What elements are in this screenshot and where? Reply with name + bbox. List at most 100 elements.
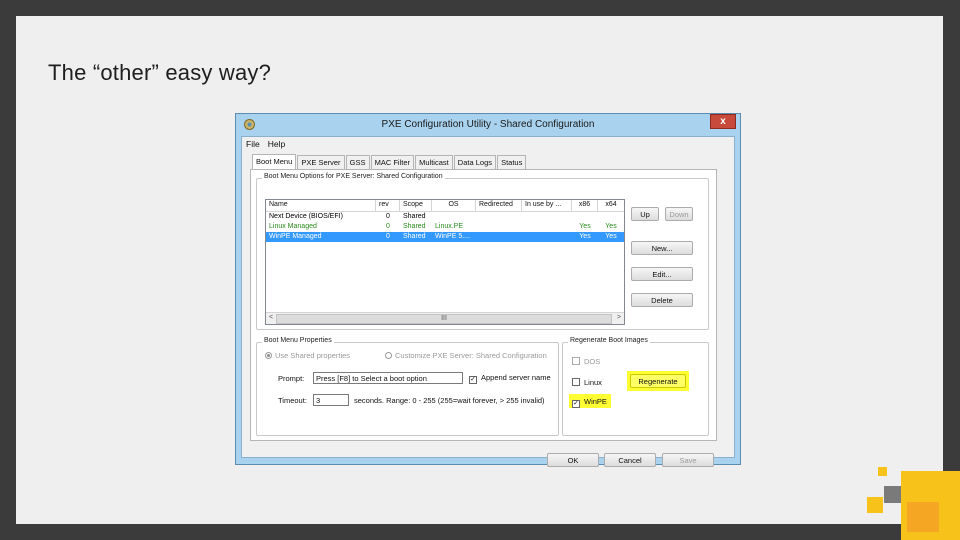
close-button[interactable]: x [710, 114, 736, 129]
window-title: PXE Configuration Utility - Shared Confi… [381, 119, 595, 130]
scroll-right-arrow-icon[interactable]: > [617, 314, 621, 321]
tab-status[interactable]: Status [497, 155, 527, 169]
use-shared-label: Use Shared properties [275, 351, 351, 360]
down-button[interactable]: Down [665, 207, 693, 221]
tab-gss[interactable]: GSS [345, 155, 370, 169]
checkbox-icon [572, 357, 580, 365]
radio-dot-icon [265, 352, 272, 359]
boot-menu-options-group: Boot Menu Options for PXE Server: Shared… [256, 173, 709, 330]
cell-redirected [476, 222, 522, 232]
cell-x86: Yes [579, 223, 591, 230]
boot-menu-options-label: Boot Menu Options for PXE Server: Shared… [262, 173, 445, 180]
timeout-input[interactable]: 3 [313, 394, 349, 406]
checkmark-icon: ✓ [469, 376, 477, 384]
col-os[interactable]: OS [432, 200, 476, 211]
prompt-input[interactable]: Press [F8] to Select a boot option [313, 372, 463, 384]
window-titlebar[interactable]: PXE Configuration Utility - Shared Confi… [236, 114, 740, 136]
up-button[interactable]: Up [631, 207, 659, 221]
winpe-label: WinPE [584, 397, 607, 406]
cell-name: WinPE Managed [269, 233, 322, 240]
scroll-left-arrow-icon[interactable]: < [269, 314, 273, 321]
cell-name: Next Device (BIOS/EFI) [269, 213, 343, 220]
cell-scope: Shared [403, 223, 426, 230]
menu-file[interactable]: File [242, 137, 264, 149]
delete-button[interactable]: Delete [631, 293, 693, 307]
tab-data-logs[interactable]: Data Logs [453, 155, 496, 169]
deco-square-orange [907, 502, 939, 532]
col-x64[interactable]: x64 [598, 200, 624, 211]
boot-menu-list[interactable]: Name rev Scope OS Redirected In use by .… [265, 199, 625, 325]
edit-button[interactable]: Edit... [631, 267, 693, 281]
cell-x64 [598, 212, 624, 222]
checkmark-icon: ✓ [572, 400, 580, 408]
use-shared-radio[interactable]: Use Shared properties [265, 351, 350, 360]
cell-in-use-by [522, 232, 572, 242]
prompt-label: Prompt: [278, 374, 305, 383]
cell-rev: 0 [386, 223, 390, 230]
tab-strip: Boot Menu PXE Server GSS MAC Filter Mult… [252, 154, 527, 169]
tab-pxe-server[interactable]: PXE Server [297, 155, 345, 169]
linux-checkbox[interactable]: Linux [572, 378, 602, 387]
boot-menu-properties-label: Boot Menu Properties [262, 337, 334, 344]
list-row-next-device[interactable]: Next Device (BIOS/EFI) 0 Shared [266, 212, 624, 222]
cell-scope: Shared [403, 233, 426, 240]
boot-menu-page: Boot Menu Options for PXE Server: Shared… [250, 169, 717, 441]
deco-square-small [878, 467, 887, 476]
menu-help[interactable]: Help [264, 137, 289, 149]
list-row-linux-managed[interactable]: Linux Managed 0 Shared Linux.PE Yes Yes [266, 222, 624, 232]
dos-checkbox[interactable]: DOS [572, 357, 600, 366]
customize-label: Customize PXE Server: Shared Configurati… [395, 351, 547, 360]
cell-in-use-by [522, 212, 572, 222]
scroll-thumb[interactable]: III [276, 314, 612, 324]
tab-multicast[interactable]: Multicast [415, 155, 453, 169]
list-header: Name rev Scope OS Redirected In use by .… [266, 200, 624, 212]
col-scope[interactable]: Scope [400, 200, 432, 211]
timeout-label: Timeout: [278, 396, 307, 405]
cell-scope: Shared [403, 213, 426, 220]
cell-rev: 0 [386, 233, 390, 240]
linux-label: Linux [584, 378, 602, 387]
list-row-winpe-managed[interactable]: WinPE Managed 0 Shared WinPE 5.... Yes Y… [266, 232, 624, 242]
menubar: File Help [242, 137, 289, 151]
cell-x86 [572, 212, 598, 222]
cell-os: Linux.PE [435, 223, 464, 230]
horizontal-scrollbar[interactable]: < III > [266, 312, 624, 324]
checkbox-icon [572, 378, 580, 386]
deco-square-gray [884, 486, 901, 503]
tab-boot-menu[interactable]: Boot Menu [252, 154, 297, 169]
col-redirected[interactable]: Redirected [476, 200, 522, 211]
cell-x86: Yes [579, 233, 591, 240]
slide-title: The “other” easy way? [48, 60, 272, 85]
radio-dot-icon [385, 352, 392, 359]
cell-x64: Yes [605, 223, 617, 230]
col-in-use-by[interactable]: In use by ... [522, 200, 572, 211]
slide: The “other” easy way? PXE Configuration … [16, 16, 943, 524]
col-name[interactable]: Name [266, 200, 376, 211]
window-client: File Help Boot Menu PXE Server GSS MAC Fi… [241, 136, 735, 467]
deco-square-yellow [867, 497, 883, 513]
dos-label: DOS [584, 357, 601, 366]
regenerate-label: Regenerate Boot Images [568, 337, 650, 344]
customize-radio[interactable]: Customize PXE Server: Shared Configurati… [385, 351, 547, 360]
append-server-name-checkbox[interactable]: ✓ Append server name [469, 373, 551, 384]
cancel-button[interactable]: Cancel [604, 453, 656, 467]
cell-x64: Yes [605, 233, 617, 240]
cell-redirected [476, 212, 522, 222]
cell-redirected [476, 232, 522, 242]
save-button[interactable]: Save [662, 453, 714, 467]
col-x86[interactable]: x86 [572, 200, 598, 211]
cell-os [432, 212, 476, 222]
append-server-name-label: Append server name [481, 373, 551, 382]
timeout-hint: seconds. Range: 0 - 255 (255=wait foreve… [354, 396, 545, 405]
tab-mac-filter[interactable]: MAC Filter [370, 155, 415, 169]
ok-button[interactable]: OK [547, 453, 599, 467]
regenerate-group: Regenerate Boot Images DOS Linux ✓ WinPE … [562, 337, 709, 436]
cell-name: Linux Managed [269, 223, 317, 230]
regenerate-button[interactable]: Regenerate [630, 374, 686, 388]
winpe-checkbox[interactable]: ✓ WinPE [572, 397, 607, 408]
boot-menu-properties-group: Boot Menu Properties Use Shared properti… [256, 337, 559, 436]
new-button[interactable]: New... [631, 241, 693, 255]
pxe-config-window: PXE Configuration Utility - Shared Confi… [235, 113, 741, 467]
cell-rev: 0 [386, 213, 390, 220]
col-rev[interactable]: rev [376, 200, 400, 211]
